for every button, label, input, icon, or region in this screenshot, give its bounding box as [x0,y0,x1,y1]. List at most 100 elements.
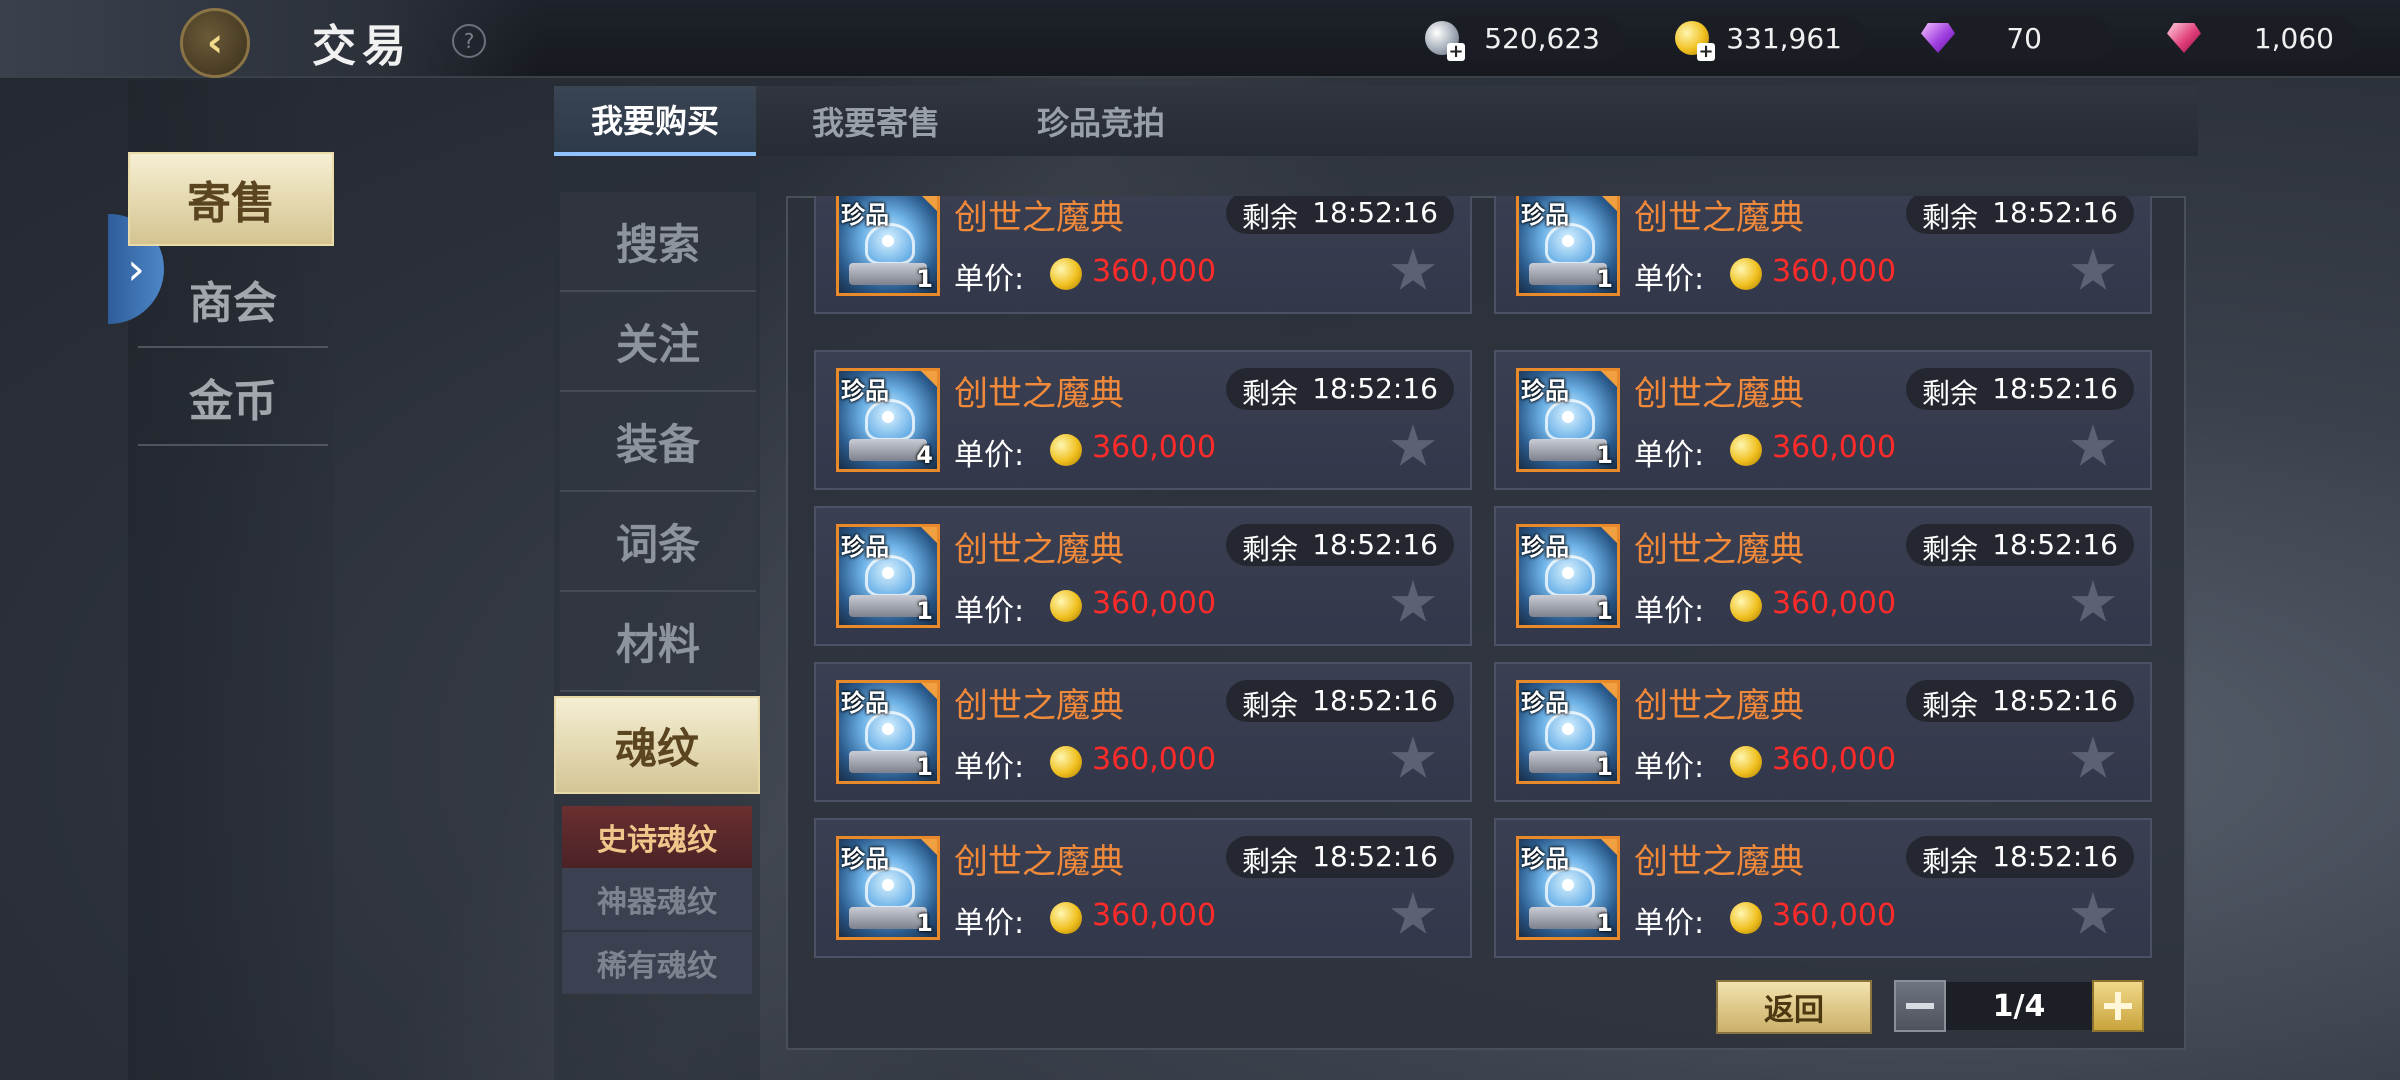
favorite-star-icon[interactable] [1390,892,1436,934]
item-name: 创世之魔典 [1634,842,1804,882]
remaining-time: 18:52:16 [1312,840,1438,873]
remaining-timer: 剩余 18:52:16 [1226,368,1454,410]
remaining-timer: 剩余 18:52:16 [1906,680,2134,722]
gold-coin-icon [1730,746,1762,778]
tab-sell[interactable]: 我要寄售 [776,86,976,156]
item-name: 创世之魔典 [1634,374,1804,414]
rare-badge: 珍品 [841,377,889,405]
favorite-star-icon[interactable] [1390,424,1436,466]
page-prev-button[interactable] [1894,980,1946,1032]
gold-coin-icon [1050,590,1082,622]
remaining-timer: 剩余 18:52:16 [1906,836,2134,878]
item-icon[interactable]: 珍品 1 [836,680,940,784]
rare-badge: 珍品 [841,201,889,229]
item-icon[interactable]: 珍品 4 [836,368,940,472]
price-label: 单价: [954,594,1025,629]
listing-card[interactable]: 珍品 1 创世之魔典 剩余 18:52:16 单价: 360,000 [1494,196,2152,314]
currency-gold[interactable]: + 331,961 [1675,16,1866,61]
item-name: 创世之魔典 [954,374,1124,414]
category-soul-pattern[interactable]: 魂纹 [554,696,760,794]
remaining-timer: 剩余 18:52:16 [1906,368,2134,410]
listing-card[interactable]: 珍品 1 创世之魔典 剩余 18:52:16 单价: 360,000 [814,506,1472,646]
remaining-label: 剩余 [1242,845,1299,878]
gold-coin-icon [1050,258,1082,290]
price-label: 单价: [1634,438,1705,473]
purple-gem-icon [1916,16,1960,60]
listing-card[interactable]: 珍品 1 创世之魔典 剩余 18:52:16 单价: 360,000 [1494,662,2152,802]
remaining-label: 剩余 [1242,377,1299,410]
currency-purple-gem[interactable]: 70 [1921,16,2112,60]
category-equipment[interactable]: 装备 [560,392,756,492]
remaining-label: 剩余 [1922,377,1979,410]
rare-badge: 珍品 [1521,533,1569,561]
category-materials[interactable]: 材料 [560,592,756,692]
silver-coin-value: 520,623 [1484,22,1600,55]
item-price: 360,000 [1772,430,1897,465]
listing-card[interactable]: 珍品 1 创世之魔典 剩余 18:52:16 单价: 360,000 [1494,506,2152,646]
item-icon[interactable]: 珍品 1 [836,196,940,296]
category-affix[interactable]: 词条 [560,492,756,592]
category-search[interactable]: 搜索 [560,192,756,292]
remaining-label: 剩余 [1922,201,1979,234]
item-icon[interactable]: 珍品 1 [1516,836,1620,940]
rare-badge: 珍品 [841,533,889,561]
tab-auction[interactable]: 珍品竞拍 [996,86,1206,156]
item-name: 创世之魔典 [1634,198,1804,238]
favorite-star-icon[interactable] [1390,580,1436,622]
favorite-star-icon[interactable] [1390,248,1436,290]
listing-card[interactable]: 珍品 4 创世之魔典 剩余 18:52:16 单价: 360,000 [814,350,1472,490]
item-icon[interactable]: 珍品 1 [1516,524,1620,628]
item-price: 360,000 [1092,254,1217,289]
favorite-star-icon[interactable] [1390,736,1436,778]
listing-card[interactable]: 珍品 1 创世之魔典 剩余 18:52:16 单价: 360,000 [1494,350,2152,490]
listing-card[interactable]: 珍品 1 创世之魔典 剩余 18:52:16 单价: 360,000 [1494,818,2152,958]
favorite-star-icon[interactable] [2070,424,2116,466]
help-icon[interactable]: ? [452,24,486,58]
subcategory-artifact[interactable]: 神器魂纹 [562,868,752,930]
item-price: 360,000 [1092,742,1217,777]
item-icon[interactable]: 珍品 1 [1516,680,1620,784]
remaining-time: 18:52:16 [1992,528,2118,561]
listing-card[interactable]: 珍品 1 创世之魔典 剩余 18:52:16 单价: 360,000 [814,662,1472,802]
item-price: 360,000 [1772,586,1897,621]
tab-buy[interactable]: 我要购买 [554,86,756,156]
remaining-label: 剩余 [1922,533,1979,566]
back-button[interactable]: ‹ [180,8,250,78]
item-quantity: 1 [1596,909,1613,937]
category-follow[interactable]: 关注 [560,292,756,392]
item-name: 创世之魔典 [954,198,1124,238]
favorite-star-icon[interactable] [2070,580,2116,622]
rarity-corner [921,839,937,855]
item-price: 360,000 [1092,898,1217,933]
item-icon[interactable]: 珍品 1 [1516,368,1620,472]
rarity-corner [1601,683,1617,699]
left-nav-guild[interactable]: 商会 [138,252,328,348]
return-button[interactable]: 返回 [1716,980,1872,1034]
item-icon[interactable]: 珍品 1 [836,524,940,628]
listing-card[interactable]: 珍品 1 创世之魔典 剩余 18:52:16 单价: 360,000 [814,818,1472,958]
subcategory-rare[interactable]: 稀有魂纹 [562,932,752,994]
page-next-button[interactable] [2092,980,2144,1032]
remaining-time: 18:52:16 [1312,196,1438,229]
rarity-corner [921,196,937,211]
rare-badge: 珍品 [1521,377,1569,405]
item-icon[interactable]: 珍品 1 [836,836,940,940]
rarity-corner [1601,371,1617,387]
rarity-corner [1601,527,1617,543]
left-nav-consign[interactable]: 寄售 [128,152,334,246]
item-icon[interactable]: 珍品 1 [1516,196,1620,296]
favorite-star-icon[interactable] [2070,248,2116,290]
currency-silver[interactable]: + 520,623 [1425,16,1624,61]
currency-red-gem[interactable]: 1,060 [2167,16,2358,60]
subcategory-epic[interactable]: 史诗魂纹 [562,806,752,868]
left-nav-gold[interactable]: 金币 [138,350,328,446]
item-quantity: 4 [916,441,933,469]
item-name: 创世之魔典 [954,842,1124,882]
item-quantity: 1 [1596,441,1613,469]
silver-coin-icon: + [1420,16,1465,61]
listing-card[interactable]: 珍品 1 创世之魔典 剩余 18:52:16 单价: 360,000 [814,196,1472,314]
favorite-star-icon[interactable] [2070,736,2116,778]
rarity-corner [1601,196,1617,211]
remaining-time: 18:52:16 [1992,372,2118,405]
favorite-star-icon[interactable] [2070,892,2116,934]
